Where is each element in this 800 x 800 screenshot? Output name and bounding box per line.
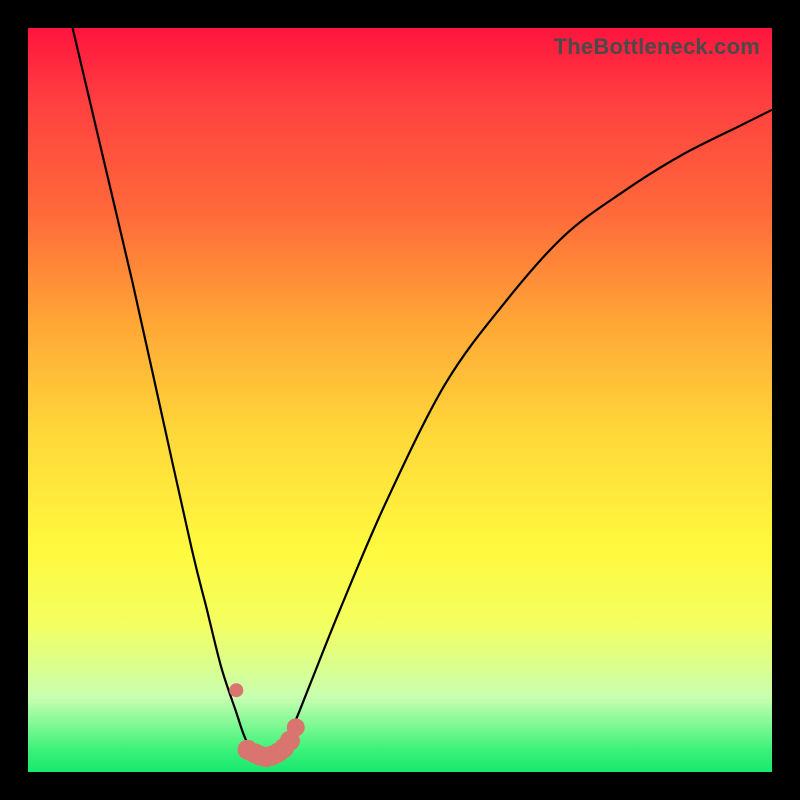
bottleneck-curve xyxy=(28,28,772,772)
plot-area: TheBottleneck.com xyxy=(28,28,772,772)
curve-path xyxy=(73,28,772,758)
watermark-text: TheBottleneck.com xyxy=(554,34,760,60)
chart-frame: TheBottleneck.com xyxy=(0,0,800,800)
curve-marker-dot xyxy=(229,683,243,697)
curve-marker-dot xyxy=(287,718,305,736)
